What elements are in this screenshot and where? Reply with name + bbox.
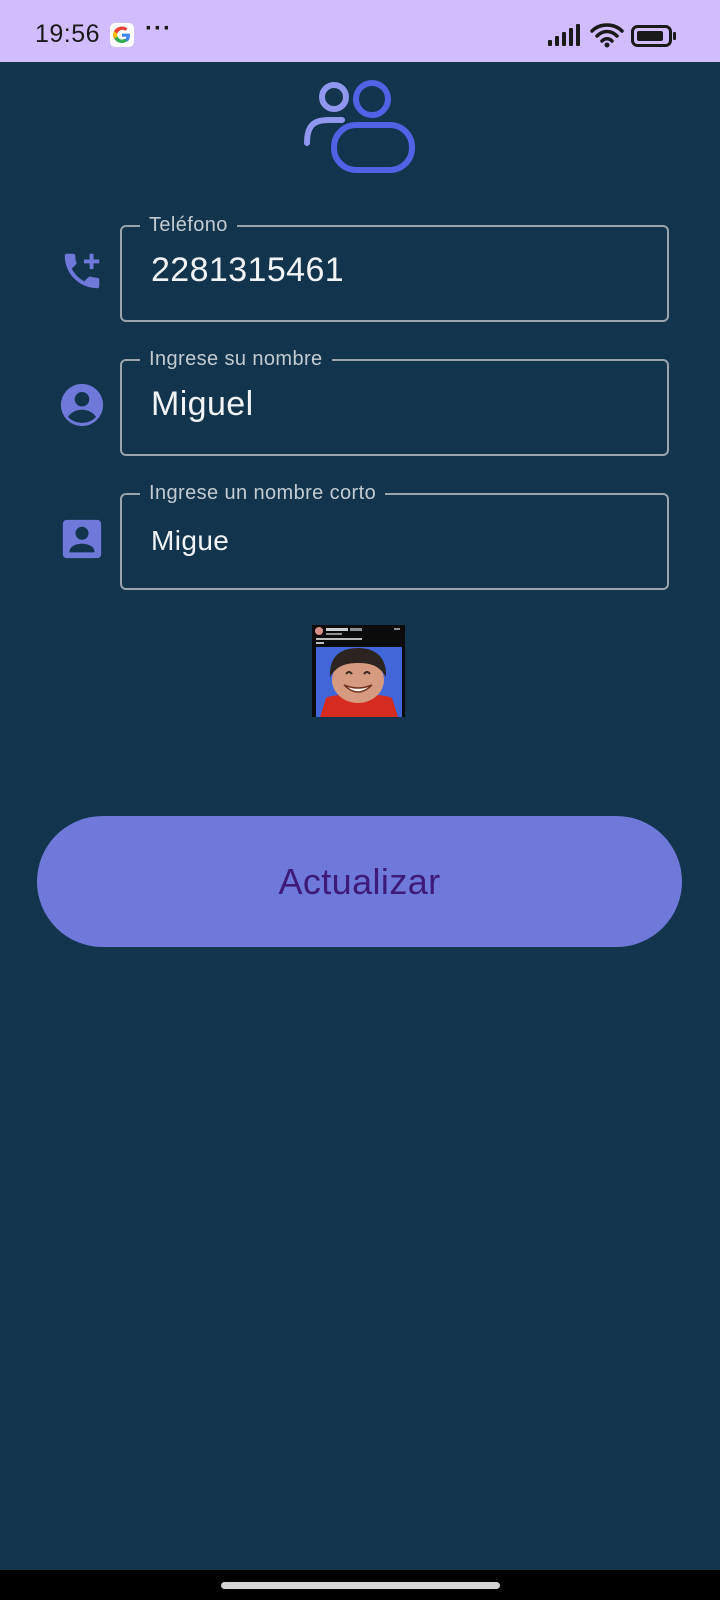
account-circle-icon bbox=[59, 382, 105, 428]
short-name-field[interactable]: Ingrese un nombre corto Migue bbox=[120, 481, 669, 590]
name-field[interactable]: Ingrese su nombre Miguel bbox=[120, 347, 669, 456]
status-bar: 19:56 ··· bbox=[0, 0, 720, 62]
navigation-bar bbox=[0, 1570, 720, 1600]
update-button[interactable]: Actualizar bbox=[37, 816, 682, 947]
phone-field-value: 2281315461 bbox=[151, 251, 345, 289]
contact-card-icon bbox=[59, 516, 105, 562]
google-icon bbox=[110, 23, 134, 47]
name-field-label: Ingrese su nombre bbox=[140, 347, 332, 371]
more-notifications-icon: ··· bbox=[145, 15, 172, 42]
phone-field[interactable]: Teléfono 2281315461 bbox=[120, 213, 669, 322]
short-name-field-value: Migue bbox=[151, 525, 230, 556]
cellular-signal-icon bbox=[548, 24, 582, 51]
wifi-icon bbox=[590, 22, 624, 53]
battery-icon bbox=[631, 25, 677, 52]
people-group-icon bbox=[304, 80, 416, 185]
profile-photo[interactable] bbox=[312, 625, 405, 717]
status-time: 19:56 bbox=[35, 20, 101, 48]
home-gesture-handle[interactable] bbox=[221, 1582, 500, 1589]
phone-field-label: Teléfono bbox=[140, 213, 237, 237]
short-name-field-label: Ingrese un nombre corto bbox=[140, 481, 386, 505]
add-call-icon bbox=[59, 248, 105, 294]
name-field-value: Miguel bbox=[151, 385, 254, 423]
